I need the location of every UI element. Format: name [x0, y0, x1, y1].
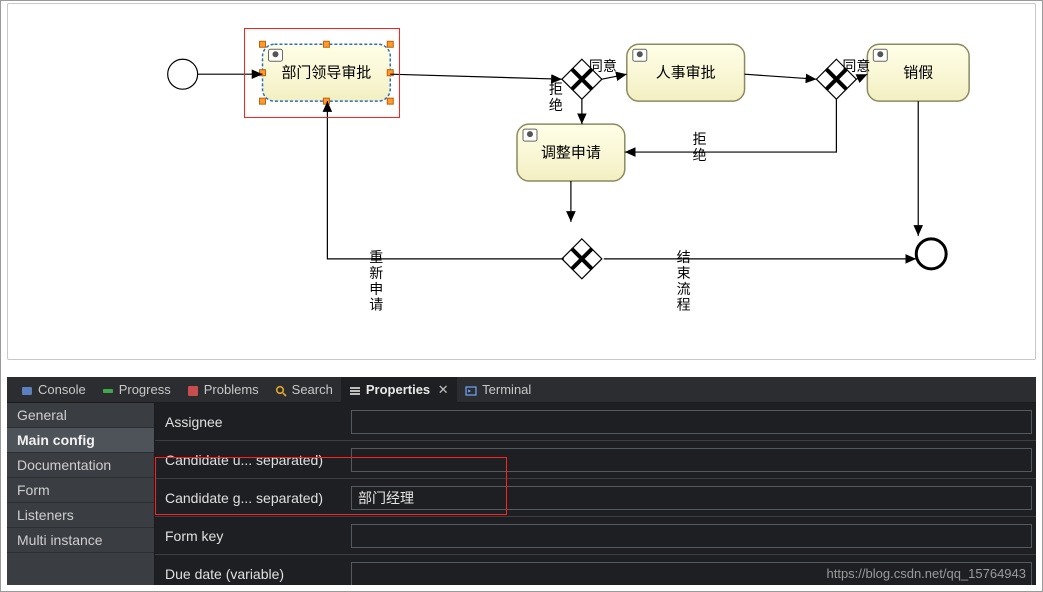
- close-icon[interactable]: ✕: [437, 384, 449, 396]
- resize-handle[interactable]: [387, 41, 393, 47]
- resize-handle[interactable]: [323, 41, 329, 47]
- svg-text:人事审批: 人事审批: [656, 65, 716, 82]
- flow-label: 绝: [693, 147, 707, 163]
- properties-body: GeneralMain configDocumentationFormListe…: [7, 403, 1036, 585]
- start-event[interactable]: [168, 59, 198, 89]
- tab-terminal[interactable]: Terminal: [457, 377, 539, 403]
- svg-text:部门领导审批: 部门领导审批: [281, 65, 371, 82]
- properties-tab-general[interactable]: General: [7, 403, 154, 428]
- form-row-cand_groups: Candidate g... separated): [155, 479, 1036, 517]
- flow-label: 绝: [549, 97, 563, 113]
- progress-icon: [102, 384, 114, 396]
- bpmn-canvas[interactable]: 部门领导审批人事审批销假调整申请同意拒绝同意拒绝重新申请结束流程: [1, 1, 1042, 371]
- form-label: Candidate u... separated): [155, 452, 351, 468]
- user-task-t4[interactable]: 调整申请: [517, 124, 625, 181]
- formkey-input[interactable]: [351, 524, 1032, 548]
- properties-tab-listeners[interactable]: Listeners: [7, 503, 154, 528]
- svg-text:销假: 销假: [903, 65, 933, 82]
- sequence-flow[interactable]: [745, 74, 817, 79]
- tab-properties[interactable]: Properties ✕: [341, 377, 457, 403]
- flow-label: 程: [677, 297, 691, 313]
- flow-label: 拒: [693, 131, 707, 147]
- bpmn-diagram-svg: 部门领导审批人事审批销假调整申请同意拒绝同意拒绝重新申请结束流程: [8, 4, 1035, 359]
- tab-label: Progress: [119, 382, 171, 397]
- form-label: Candidate g... separated): [155, 490, 351, 506]
- properties-form: Assignee Candidate u... separated) Candida…: [155, 403, 1036, 585]
- tab-label: Properties: [366, 382, 430, 397]
- gateway-g3[interactable]: [562, 239, 602, 279]
- form-row-formkey: Form key: [155, 517, 1036, 555]
- form-row-cand_users: Candidate u... separated): [155, 441, 1036, 479]
- resize-handle[interactable]: [260, 70, 266, 76]
- cand_users-input[interactable]: [351, 448, 1032, 472]
- resize-handle[interactable]: [260, 98, 266, 104]
- flow-label: 结: [677, 249, 691, 265]
- bottom-panel: Console Progress Problems Search Properties ✕…: [7, 377, 1036, 585]
- flow-label: 流: [677, 281, 691, 297]
- sequence-flow[interactable]: [625, 99, 837, 152]
- flow-label: 重: [369, 249, 383, 265]
- flow-label: 新: [369, 265, 383, 281]
- assignee-input[interactable]: [351, 410, 1032, 434]
- form-label: Assignee: [155, 414, 351, 430]
- flow-label: 同意: [842, 58, 870, 74]
- watermark: https://blog.csdn.net/qq_15764943: [827, 566, 1027, 581]
- problems-icon: [187, 384, 199, 396]
- user-task-t1[interactable]: 部门领导审批: [260, 41, 394, 104]
- properties-tab-form[interactable]: Form: [7, 478, 154, 503]
- resize-handle[interactable]: [323, 98, 329, 104]
- console-icon: [21, 384, 33, 396]
- form-row-assignee: Assignee: [155, 403, 1036, 441]
- form-label: Due date (variable): [155, 566, 351, 582]
- properties-tab-multi[interactable]: Multi instance: [7, 528, 154, 553]
- tab-label: Search: [292, 382, 333, 397]
- user-task-t2[interactable]: 人事审批: [627, 44, 745, 101]
- form-label: Form key: [155, 528, 351, 544]
- tab-console[interactable]: Console: [13, 377, 94, 403]
- flow-label: 申: [369, 281, 383, 297]
- terminal-icon: [465, 384, 477, 396]
- view-tabbar: Console Progress Problems Search Properties ✕…: [7, 377, 1036, 403]
- end-event[interactable]: [916, 239, 946, 269]
- tab-label: Problems: [204, 382, 259, 397]
- tab-label: Console: [38, 382, 86, 397]
- sequence-flow[interactable]: [602, 74, 627, 79]
- search-icon: [275, 384, 287, 396]
- flow-label: 拒: [549, 81, 563, 97]
- properties-icon: [349, 384, 361, 396]
- flow-label: 请: [369, 297, 383, 313]
- sequence-flow[interactable]: [856, 74, 867, 79]
- svg-text:调整申请: 调整申请: [541, 145, 601, 162]
- flow-label: 束: [677, 265, 691, 281]
- tab-search[interactable]: Search: [267, 377, 341, 403]
- tab-label: Terminal: [482, 382, 531, 397]
- properties-tab-doc[interactable]: Documentation: [7, 453, 154, 478]
- sequence-flow[interactable]: [390, 74, 562, 79]
- properties-side-tabs: GeneralMain configDocumentationFormListe…: [7, 403, 155, 585]
- canvas-border: 部门领导审批人事审批销假调整申请同意拒绝同意拒绝重新申请结束流程: [7, 3, 1036, 360]
- cand_groups-input[interactable]: [351, 486, 1032, 510]
- tab-progress[interactable]: Progress: [94, 377, 179, 403]
- tab-problems[interactable]: Problems: [179, 377, 267, 403]
- resize-handle[interactable]: [387, 98, 393, 104]
- flow-label: 同意: [589, 58, 617, 74]
- resize-handle[interactable]: [260, 41, 266, 47]
- properties-tab-main[interactable]: Main config: [7, 428, 154, 453]
- user-task-t3[interactable]: 销假: [867, 44, 969, 101]
